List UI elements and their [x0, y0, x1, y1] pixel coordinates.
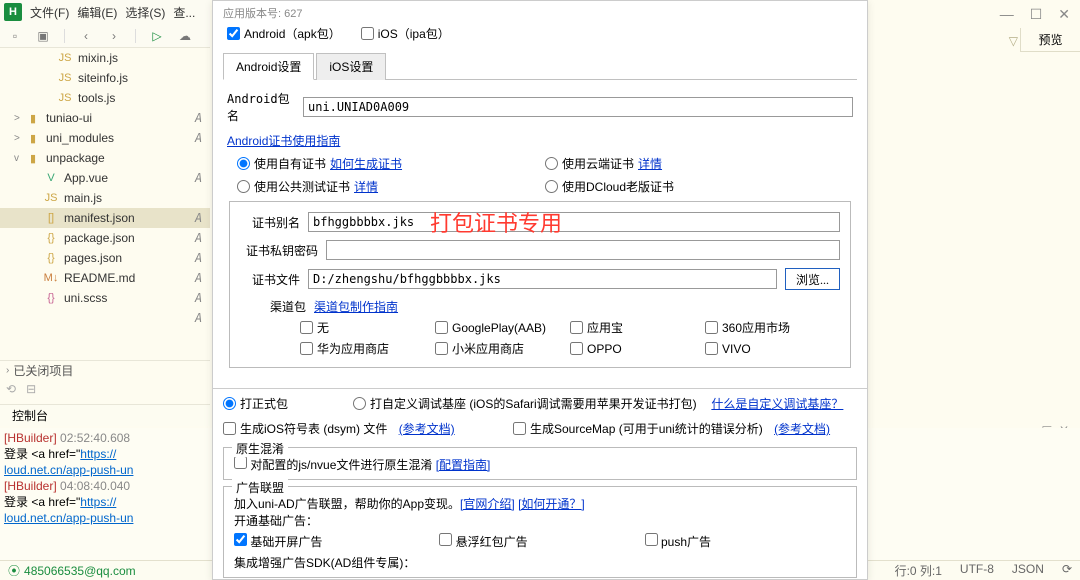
collapse-icon[interactable]: ⊟: [26, 382, 36, 396]
radio-official-pack[interactable]: [223, 397, 236, 410]
native-obfuscate-check[interactable]: 对配置的js/nvue文件进行原生混淆 [配置指南]: [234, 458, 490, 472]
channel-3[interactable]: 360应用市场: [705, 319, 840, 336]
channel-7[interactable]: VIVO: [705, 340, 840, 357]
filter-icon[interactable]: ▽: [1009, 34, 1018, 48]
cert-alias-label: 证书别名: [240, 214, 300, 231]
ad-sub-label: 开通基础广告：: [234, 512, 846, 529]
channel-0[interactable]: 无: [300, 319, 435, 336]
user-icon: ⦿: [8, 562, 20, 579]
sync-icon[interactable]: ⟲: [6, 382, 16, 396]
native-obfuscate-group: 原生混淆 对配置的js/nvue文件进行原生混淆 [配置指南]: [223, 447, 857, 480]
tree-item-package.json[interactable]: {}package.json: [0, 228, 210, 248]
menu-edit[interactable]: 编辑(E): [77, 4, 117, 21]
channel-label: 渠道包: [270, 298, 306, 315]
cert-group: 打包证书专用 证书别名 证书私钥密码 证书文件 浏览... 渠道包 渠道包制作指…: [229, 201, 851, 368]
native-config-link[interactable]: [配置指南]: [436, 458, 491, 472]
menu-file[interactable]: 文件(F): [30, 4, 69, 21]
android-apk-check[interactable]: Android（apk包）: [227, 25, 341, 42]
menu-find[interactable]: 查...: [173, 4, 195, 21]
status-user[interactable]: 485066535@qq.com: [24, 564, 136, 578]
radio-old-cert[interactable]: 使用DCloud老版证书: [545, 178, 853, 195]
ad-title: 广告联盟: [232, 479, 288, 496]
channel-1[interactable]: GooglePlay(AAB): [435, 319, 570, 336]
tab-ios[interactable]: iOS设置: [316, 53, 386, 80]
status-sync-icon[interactable]: ⟳: [1062, 562, 1072, 579]
menu-select[interactable]: 选择(S): [125, 4, 165, 21]
menubar: H 文件(F) 编辑(E) 选择(S) 查...: [0, 0, 210, 24]
tree-item-manifest.json[interactable]: []manifest.json: [0, 208, 210, 228]
channel-6[interactable]: OPPO: [570, 340, 705, 357]
status-language[interactable]: JSON: [1012, 562, 1044, 579]
package-dialog: 应用版本号: 627 Android（apk包） iOS（ipa包） Andro…: [212, 0, 868, 580]
browse-button[interactable]: 浏览...: [785, 268, 840, 290]
run-icon[interactable]: ▷: [150, 29, 164, 43]
cert-guide-link[interactable]: Android证书使用指南: [227, 134, 340, 148]
forward-icon[interactable]: ›: [107, 29, 121, 43]
channel-4[interactable]: 华为应用商店: [300, 340, 435, 357]
tree-item-tools.js[interactable]: JStools.js: [0, 88, 210, 108]
ad-howto-link[interactable]: [如何开通？]: [518, 497, 585, 511]
tree-item-README.md[interactable]: M↓README.md: [0, 268, 210, 288]
ad-sdk-label: 集成增强广告SDK(AD组件专属)：: [234, 554, 846, 571]
ad-opt-0[interactable]: 基础开屏广告: [234, 533, 435, 550]
dsym-link[interactable]: (参考文档): [399, 420, 455, 437]
status-position: 行:0 列:1: [895, 562, 942, 579]
back-icon[interactable]: ‹: [79, 29, 93, 43]
status-encoding[interactable]: UTF-8: [960, 562, 994, 579]
dialog-version: 应用版本号: 627: [213, 1, 867, 21]
open-icon[interactable]: ▣: [36, 29, 50, 43]
radio-own-cert[interactable]: 使用自有证书 如何生成证书: [237, 155, 545, 172]
tree-item-siteinfo.js[interactable]: JSsiteinfo.js: [0, 68, 210, 88]
toolbar: ▫ ▣ ‹ › ▷ ☁: [0, 24, 210, 48]
radio-cloud-cert[interactable]: 使用云端证书 详情: [545, 155, 853, 172]
ad-group: 广告联盟 加入uni-AD广告联盟，帮助你的App变现。[官网介绍] [如何开通…: [223, 486, 857, 578]
ad-intro-link[interactable]: [官网介绍]: [460, 497, 515, 511]
cloud-cert-link[interactable]: 详情: [638, 155, 662, 172]
file-tree: JSmixin.jsJSsiteinfo.jsJStools.js>▮tunia…: [0, 48, 210, 358]
public-cert-link[interactable]: 详情: [354, 178, 378, 195]
sourcemap-check[interactable]: 生成SourceMap (可用于uni统计的错误分析) (参考文档): [513, 420, 857, 437]
cert-pwd-label: 证书私钥密码: [240, 242, 318, 259]
tree-item-App.vue[interactable]: VApp.vue: [0, 168, 210, 188]
tree-footer-icons: ⟲ ⊟: [6, 382, 36, 396]
tree-item-unpackage[interactable]: v▮unpackage: [0, 148, 210, 168]
tab-android[interactable]: Android设置: [223, 53, 314, 80]
tree-item-tuniao-ui[interactable]: >▮tuniao-ui: [0, 108, 210, 128]
ad-opt-1[interactable]: 悬浮红包广告: [439, 533, 640, 550]
ad-opt-2[interactable]: push广告: [645, 533, 846, 550]
close-icon[interactable]: ✕: [1058, 6, 1070, 23]
tree-item-pages.json[interactable]: {}pages.json: [0, 248, 210, 268]
stop-icon[interactable]: ☁: [178, 29, 192, 43]
package-name-label: Android包名: [227, 90, 297, 124]
tree-item-uni.scss[interactable]: {}uni.scss: [0, 288, 210, 308]
ios-ipa-check[interactable]: iOS（ipa包）: [361, 25, 450, 42]
cert-pwd-input[interactable]: [326, 240, 840, 260]
channel-5[interactable]: 小米应用商店: [435, 340, 570, 357]
dsym-check[interactable]: 生成iOS符号表 (dsym) 文件 (参考文档): [223, 420, 503, 437]
package-name-input[interactable]: [303, 97, 853, 117]
tree-item-uni_modules[interactable]: >▮uni_modules: [0, 128, 210, 148]
radio-custom-base[interactable]: [353, 397, 366, 410]
app-logo-icon: H: [4, 3, 22, 21]
editor-gutter: AA A AAAAAA: [195, 48, 213, 358]
native-title: 原生混淆: [232, 440, 288, 457]
cert-file-label: 证书文件: [240, 271, 300, 288]
srcmap-link[interactable]: (参考文档): [774, 420, 830, 437]
maximize-icon[interactable]: ☐: [1030, 6, 1043, 23]
window-controls: — ☐ ✕: [960, 0, 1080, 28]
channel-guide-link[interactable]: 渠道包制作指南: [314, 298, 398, 315]
channel-2[interactable]: 应用宝: [570, 319, 705, 336]
closed-projects[interactable]: ›已关闭项目: [0, 360, 210, 380]
custom-base-link[interactable]: 什么是自定义调试基座？: [711, 395, 843, 412]
cert-file-input[interactable]: [308, 269, 777, 289]
minimize-icon[interactable]: —: [1000, 6, 1014, 22]
radio-public-cert[interactable]: 使用公共测试证书 详情: [237, 178, 545, 195]
own-cert-link[interactable]: 如何生成证书: [330, 155, 402, 172]
new-file-icon[interactable]: ▫: [8, 29, 22, 43]
tree-item-mixin.js[interactable]: JSmixin.js: [0, 48, 210, 68]
preview-tab[interactable]: 预览: [1020, 28, 1080, 52]
console-tab[interactable]: 控制台: [0, 404, 210, 426]
tree-item-main.js[interactable]: JSmain.js: [0, 188, 210, 208]
cert-alias-input[interactable]: [308, 212, 840, 232]
